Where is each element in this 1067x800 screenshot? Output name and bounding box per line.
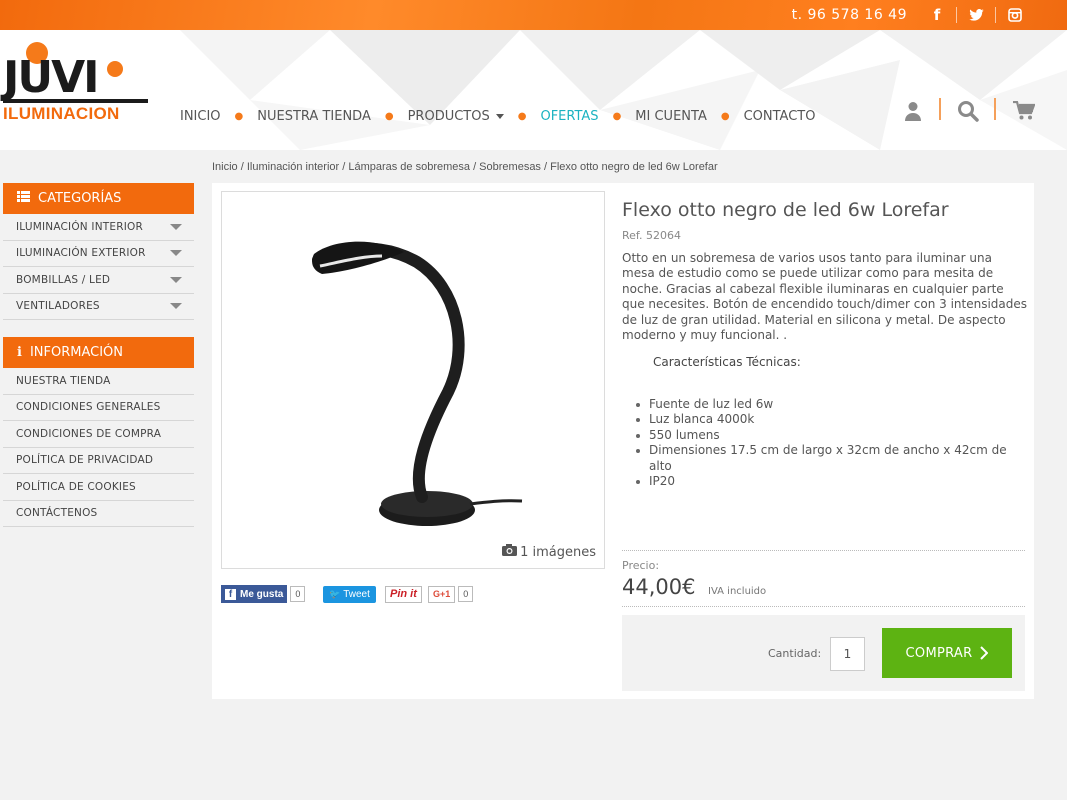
divider (939, 98, 941, 120)
chevron-down-icon (495, 113, 504, 119)
site-logo[interactable]: JUVI ILUMINACION (3, 42, 148, 123)
pin-label: Pin it (385, 585, 422, 603)
info-title: INFORMACIÓN (29, 345, 124, 360)
categories-title: CATEGORÍAS (38, 191, 122, 206)
nav-contacto[interactable]: CONTACTO (744, 109, 816, 124)
nav-ofertas[interactable]: OFERTAS (540, 109, 598, 124)
main-navigation: INICIO ● NUESTRA TIENDA ● PRODUCTOS ● OF… (180, 106, 815, 126)
tweet-button[interactable]: 🐦 Tweet (323, 585, 376, 603)
product-image[interactable]: 1 imágenes (221, 191, 605, 569)
nav-separator: ● (720, 110, 730, 122)
lamp-illustration (312, 241, 523, 526)
quantity-label: Cantidad: (768, 647, 822, 660)
info-list: NUESTRA TIENDA CONDICIONES GENERALES CON… (3, 368, 194, 527)
nav-separator: ● (384, 110, 394, 122)
tweet-label: Tweet (343, 588, 370, 600)
nav-nuestra-tienda[interactable]: NUESTRA TIENDA (257, 109, 371, 124)
divider (995, 7, 996, 23)
sidebar-item-nuestra-tienda[interactable]: NUESTRA TIENDA (3, 368, 194, 395)
sidebar-item-iluminacion-exterior[interactable]: ILUMINACIÓN EXTERIOR (3, 241, 194, 267)
search-icon[interactable] (953, 96, 983, 126)
info-icon: ℹ (17, 345, 22, 360)
info-header: ℹ INFORMACIÓN (3, 337, 194, 368)
facebook-like-button[interactable]: f Me gusta (221, 585, 288, 603)
gplus-button[interactable]: G+1 (428, 585, 456, 603)
divider (956, 7, 957, 23)
specs-heading: Características Técnicas: (653, 355, 801, 369)
categories-list: ILUMINACIÓN INTERIOR ILUMINACIÓN EXTERIO… (3, 214, 194, 320)
sidebar-item-ventiladores[interactable]: VENTILADORES (3, 294, 194, 320)
spec-item: 550 lumens (636, 428, 1028, 443)
sidebar-item-condiciones-generales[interactable]: CONDICIONES GENERALES (3, 395, 194, 421)
chevron-down-icon[interactable] (170, 223, 182, 230)
spec-item: Fuente de luz led 6w (636, 397, 1028, 412)
list-icon (17, 191, 30, 206)
pin-it-button[interactable]: Pin it (385, 585, 422, 603)
twitter-icon: 🐦 (329, 588, 341, 599)
like-label: Me gusta (240, 588, 284, 600)
sidebar-item-condiciones-compra[interactable]: CONDICIONES DE COMPRA (3, 421, 194, 448)
specs-list: Fuente de luz led 6w Luz blanca 4000k 55… (636, 397, 1028, 489)
nav-inicio[interactable]: INICIO (180, 109, 221, 124)
logo-wordmark: JUVI (3, 52, 100, 103)
header-background (180, 30, 1067, 150)
user-icon[interactable] (898, 96, 928, 126)
gplus-widget: G+1 0 (428, 585, 474, 603)
buy-label: COMPRAR (905, 645, 973, 661)
nav-productos[interactable]: PRODUCTOS (408, 109, 504, 124)
cart-icon[interactable] (1009, 96, 1039, 126)
sidebar-item-bombillas-led[interactable]: BOMBILLAS / LED (3, 267, 194, 294)
nav-separator: ● (517, 110, 527, 122)
sidebar-item-label: BOMBILLAS / LED (16, 273, 111, 286)
product-price: 44,00€ (622, 575, 696, 599)
spec-item: Dimensiones 17.5 cm de largo x 32cm de a… (636, 443, 1028, 474)
instagram-icon[interactable] (997, 0, 1033, 30)
facebook-icon[interactable]: f (919, 0, 955, 30)
sidebar-item-label: VENTILADORES (16, 300, 100, 313)
chevron-down-icon[interactable] (170, 303, 182, 310)
divider (622, 606, 1025, 607)
chevron-down-icon[interactable] (170, 276, 182, 283)
sidebar-item-privacidad[interactable]: POLÍTICA DE PRIVACIDAD (3, 448, 194, 474)
product-description: Otto en un sobremesa de varios usos tant… (622, 251, 1028, 343)
nav-mi-cuenta[interactable]: MI CUENTA (635, 109, 707, 124)
quantity-field[interactable] (830, 637, 865, 671)
categories-header: CATEGORÍAS (3, 183, 194, 214)
site-header: JUVI ILUMINACION INICIO ● NUESTRA TIENDA… (0, 30, 1067, 150)
logo-underline (3, 99, 148, 103)
nav-separator: ● (234, 110, 244, 122)
image-count[interactable]: 1 imágenes (502, 544, 596, 560)
price-label: Precio: (622, 559, 660, 572)
product-title: Flexo otto negro de led 6w Lorefar (622, 199, 949, 221)
gplus-count: 0 (458, 586, 474, 602)
facebook-icon: f (225, 588, 236, 600)
facebook-like-widget: f Me gusta 0 (221, 585, 306, 603)
divider (622, 550, 1025, 551)
spec-item: IP20 (636, 474, 1028, 489)
sidebar-item-label: ILUMINACIÓN EXTERIOR (16, 247, 146, 260)
twitter-icon[interactable] (958, 0, 994, 30)
sidebar-item-iluminacion-interior[interactable]: ILUMINACIÓN INTERIOR (3, 214, 194, 241)
product-reference: Ref. 52064 (622, 229, 681, 242)
logo-subtitle: ILUMINACION (3, 104, 120, 123)
nav-productos-label: PRODUCTOS (407, 108, 490, 124)
tax-note: IVA incluido (708, 586, 767, 597)
chevron-right-icon (980, 646, 989, 660)
image-count-label: 1 imágenes (520, 544, 596, 560)
spec-item: Luz blanca 4000k (636, 412, 1028, 427)
like-count: 0 (290, 586, 306, 602)
sidebar-item-contactenos[interactable]: CONTÁCTENOS (3, 501, 194, 527)
top-bar: t. 96 578 16 49 f (0, 0, 1067, 30)
breadcrumb[interactable]: Inicio / Iluminación interior / Lámparas… (212, 161, 718, 173)
phone-number[interactable]: t. 96 578 16 49 (792, 7, 907, 23)
sidebar-item-cookies[interactable]: POLÍTICA DE COOKIES (3, 474, 194, 501)
buy-button[interactable]: COMPRAR (882, 628, 1012, 678)
tweet-pill: 🐦 Tweet (323, 585, 376, 603)
nav-separator: ● (612, 110, 622, 122)
divider (994, 98, 996, 120)
chevron-down-icon[interactable] (170, 250, 182, 257)
sidebar-item-label: ILUMINACIÓN INTERIOR (16, 220, 143, 233)
camera-icon (502, 544, 518, 560)
